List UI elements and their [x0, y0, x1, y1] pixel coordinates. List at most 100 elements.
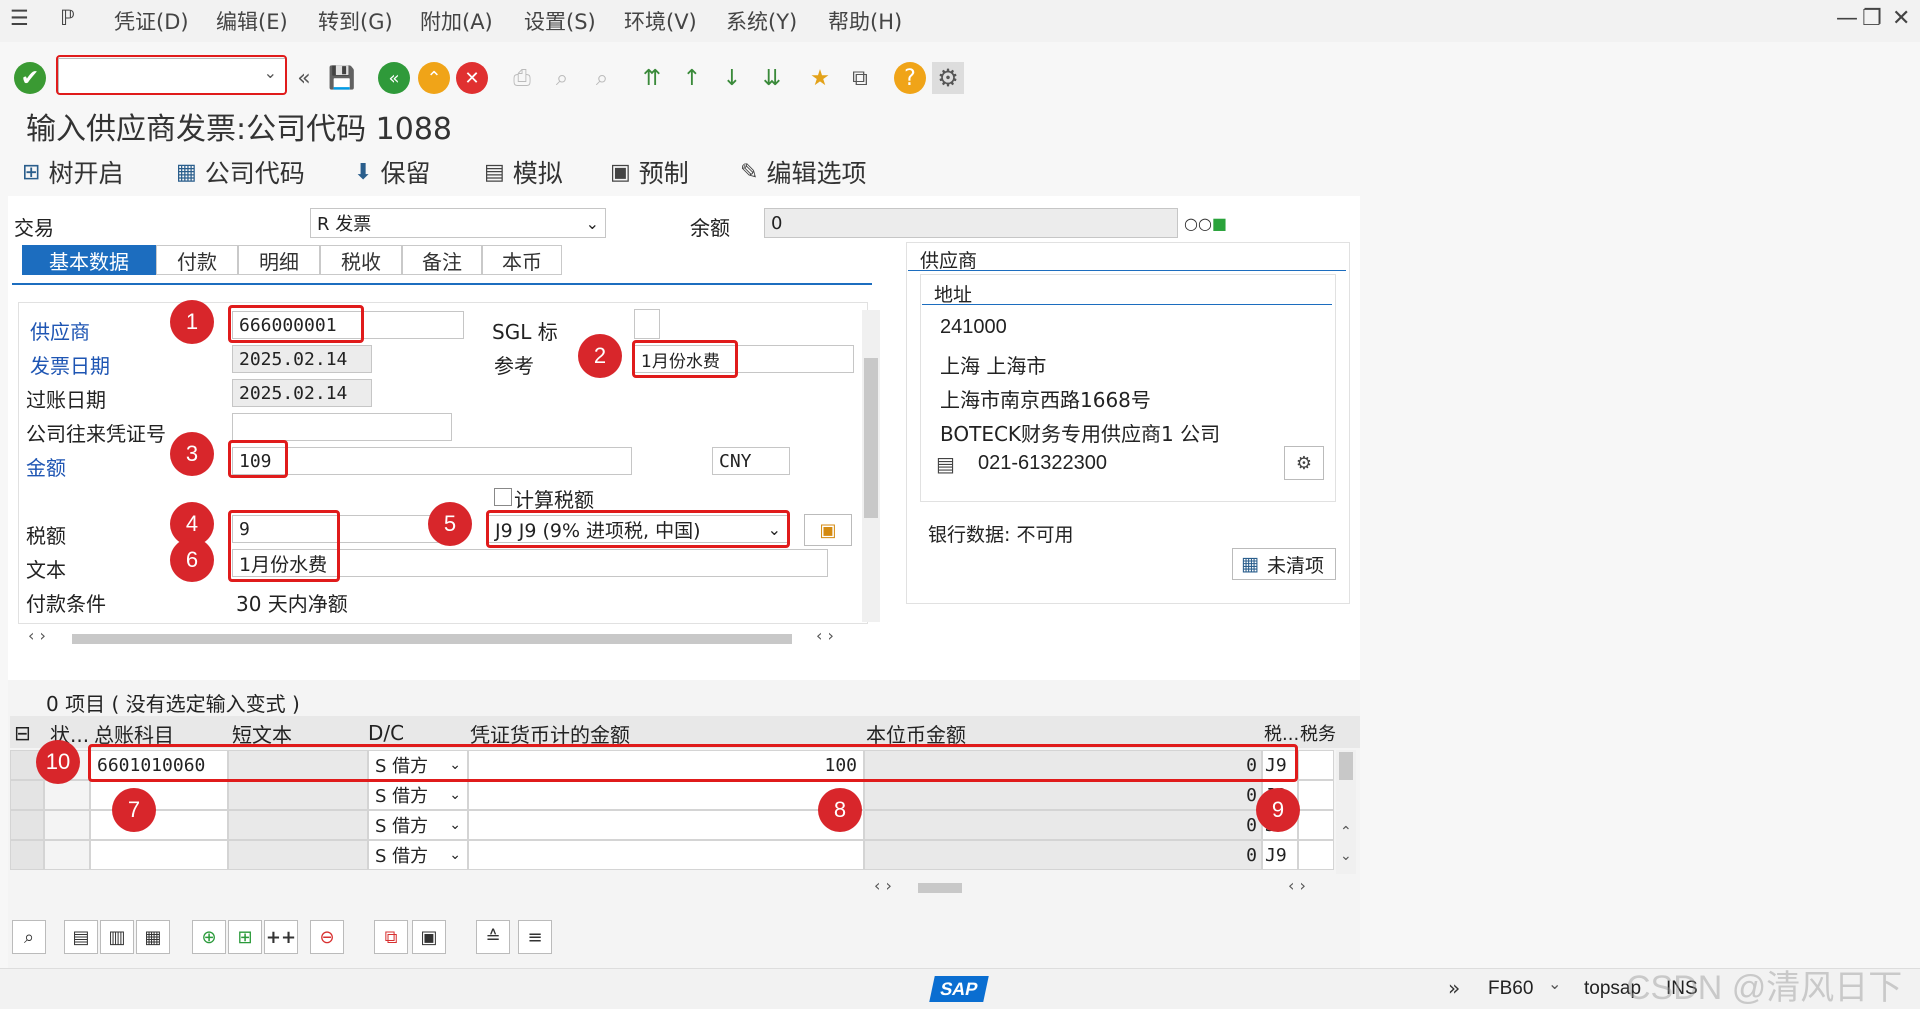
grid-vertical-scrollbar[interactable]: ⌃ ⌄ — [1336, 750, 1356, 874]
status-tcode[interactable]: FB60 — [1488, 978, 1533, 1000]
next-page-icon[interactable]: ↓ — [716, 62, 748, 94]
menu-edit[interactable]: 编辑(E) — [216, 6, 288, 36]
dc-select-cell[interactable]: S 借方 ⌄ — [368, 810, 468, 840]
col-tax-jurisdiction[interactable]: 税务 — [1300, 718, 1336, 748]
row-selector[interactable] — [10, 840, 44, 870]
print-icon[interactable]: ⎙ — [506, 62, 538, 94]
menu-help[interactable]: 帮助(H) — [828, 6, 902, 36]
grid-deselect-button[interactable]: ▦ — [136, 920, 170, 954]
open-items-button[interactable]: ▦ 未清项 — [1232, 548, 1336, 580]
form-hscroll-thumb[interactable] — [72, 634, 792, 644]
grid-select-block-button[interactable]: ▥ — [100, 920, 134, 954]
gl-account-cell[interactable] — [90, 780, 228, 810]
cross-cc-input[interactable] — [232, 413, 452, 441]
grid-scroll-thumb[interactable] — [1339, 752, 1353, 780]
menu-system[interactable]: 系统(Y) — [726, 6, 797, 36]
last-page-icon[interactable]: ⇊ — [756, 62, 788, 94]
park-button[interactable]: ▣ 预制 — [610, 154, 689, 190]
new-session-icon[interactable]: ★ — [804, 62, 836, 94]
find-icon[interactable]: ⌕ — [546, 62, 578, 94]
grid-copy-button[interactable]: ⧉ — [374, 920, 408, 954]
amount-input[interactable]: 109 — [232, 447, 632, 475]
sap-menu-icon[interactable]: ℙ — [60, 6, 75, 30]
tax-jurisdiction-cell[interactable] — [1298, 810, 1334, 840]
grid-settings-icon[interactable]: ⊟ — [14, 718, 31, 748]
grid-insert-block-button[interactable]: ⊞ — [228, 920, 262, 954]
sgl-input[interactable] — [634, 309, 660, 339]
tax-code-cell[interactable]: J9 — [1262, 840, 1298, 870]
save-icon[interactable]: 💾 — [326, 62, 358, 94]
enter-icon[interactable]: ✔ — [14, 62, 46, 94]
form-scroll-thumb[interactable] — [864, 358, 878, 518]
form-horizontal-scrollbar[interactable]: ‹ › ‹ › — [24, 626, 874, 646]
cancel-icon[interactable]: ✕ — [456, 62, 488, 94]
minimize-icon[interactable]: — — [1836, 6, 1858, 31]
transaction-select[interactable]: R 发票 ⌄ — [310, 208, 606, 238]
grid-delete-row-button[interactable]: ⊖ — [310, 920, 344, 954]
short-text-cell[interactable] — [228, 780, 368, 810]
short-text-cell[interactable] — [228, 840, 368, 870]
edit-options-button[interactable]: ✎ 编辑选项 — [740, 154, 866, 190]
vendor-detail-icon[interactable]: ⚙ — [1284, 446, 1324, 480]
form-vertical-scrollbar[interactable] — [862, 310, 880, 622]
simulate-button[interactable]: ▤ 模拟 — [484, 154, 563, 190]
tab-details[interactable]: 明细 — [238, 245, 320, 275]
previous-page-icon[interactable]: ↑ — [676, 62, 708, 94]
tab-basic-data[interactable]: 基本数据 — [22, 245, 156, 275]
row-selector[interactable] — [10, 810, 44, 840]
gl-account-cell[interactable] — [90, 840, 228, 870]
doc-amount-cell[interactable] — [468, 810, 864, 840]
chevron-down-icon[interactable]: ⌄ — [586, 214, 599, 233]
grid-paste-button[interactable]: ▣ — [412, 920, 446, 954]
menu-settings[interactable]: 设置(S) — [524, 6, 596, 36]
currency-input[interactable]: CNY — [712, 447, 790, 475]
invoice-date-input[interactable]: 2025.02.14 — [232, 345, 372, 373]
doc-amount-cell[interactable] — [468, 780, 864, 810]
tax-jurisdiction-cell[interactable] — [1298, 780, 1334, 810]
exit-icon[interactable]: ⌃ — [418, 62, 450, 94]
restore-icon[interactable]: ❐ — [1862, 6, 1882, 31]
tax-jurisdiction-cell[interactable] — [1298, 750, 1334, 780]
find-next-icon[interactable]: ⌕ — [586, 62, 618, 94]
back-icon[interactable]: « — [378, 62, 410, 94]
gear-icon[interactable]: ⚙ — [932, 62, 964, 94]
grid-add-rows-button[interactable]: ++ — [264, 920, 298, 954]
doc-amount-cell[interactable] — [468, 840, 864, 870]
grid-sort-asc-button[interactable]: ≙ — [476, 920, 510, 954]
posting-date-input[interactable]: 2025.02.14 — [232, 379, 372, 407]
dc-select-cell[interactable]: S 借方 ⌄ — [368, 840, 468, 870]
close-window-icon[interactable]: ✕ — [1892, 6, 1910, 31]
grid-hscroll-thumb[interactable] — [918, 883, 962, 893]
tab-notes[interactable]: 备注 — [402, 245, 482, 275]
menu-document[interactable]: 凭证(D) — [114, 6, 189, 36]
dc-select-cell[interactable]: S 借方 ⌄ — [368, 780, 468, 810]
calc-tax-checkbox[interactable] — [494, 488, 512, 506]
menu-icon[interactable]: ☰ — [10, 6, 29, 30]
tab-local-currency[interactable]: 本币 — [482, 245, 562, 275]
tab-tax[interactable]: 税收 — [320, 245, 402, 275]
grid-select-all-button[interactable]: ▤ — [64, 920, 98, 954]
chevron-down-icon[interactable]: ⌄ — [449, 787, 461, 803]
chevron-down-icon[interactable]: ⌄ — [1548, 974, 1561, 993]
tab-payment[interactable]: 付款 — [156, 245, 238, 275]
tax-detail-icon[interactable]: ▣ — [804, 514, 852, 546]
chevron-down-icon[interactable]: ⌄ — [449, 817, 461, 833]
chevron-down-icon[interactable]: ⌄ — [449, 847, 461, 863]
short-text-cell[interactable] — [228, 810, 368, 840]
tax-jurisdiction-cell[interactable] — [1298, 840, 1334, 870]
first-page-icon[interactable]: ⇈ — [636, 62, 668, 94]
status-expand-icon[interactable]: » — [1448, 976, 1460, 1000]
help-icon[interactable]: ? — [894, 62, 926, 94]
grid-filter-button[interactable]: ≡ — [518, 920, 552, 954]
grid-insert-row-button[interactable]: ⊕ — [192, 920, 226, 954]
company-code-button[interactable]: ▦ 公司代码 — [176, 154, 305, 190]
grid-detail-button[interactable]: ⌕ — [12, 920, 46, 954]
menu-extras[interactable]: 附加(A) — [420, 6, 493, 36]
hold-button[interactable]: ⬇ 保留 — [354, 154, 430, 190]
double-left-icon[interactable]: « — [288, 62, 320, 94]
gl-account-cell[interactable] — [90, 810, 228, 840]
tree-on-button[interactable]: ⊞ 树开启 — [22, 154, 123, 190]
grid-horizontal-scrollbar[interactable]: ‹ › ‹ › — [870, 876, 1330, 896]
shortcut-icon[interactable]: ⧉ — [844, 62, 876, 94]
row-selector[interactable] — [10, 780, 44, 810]
